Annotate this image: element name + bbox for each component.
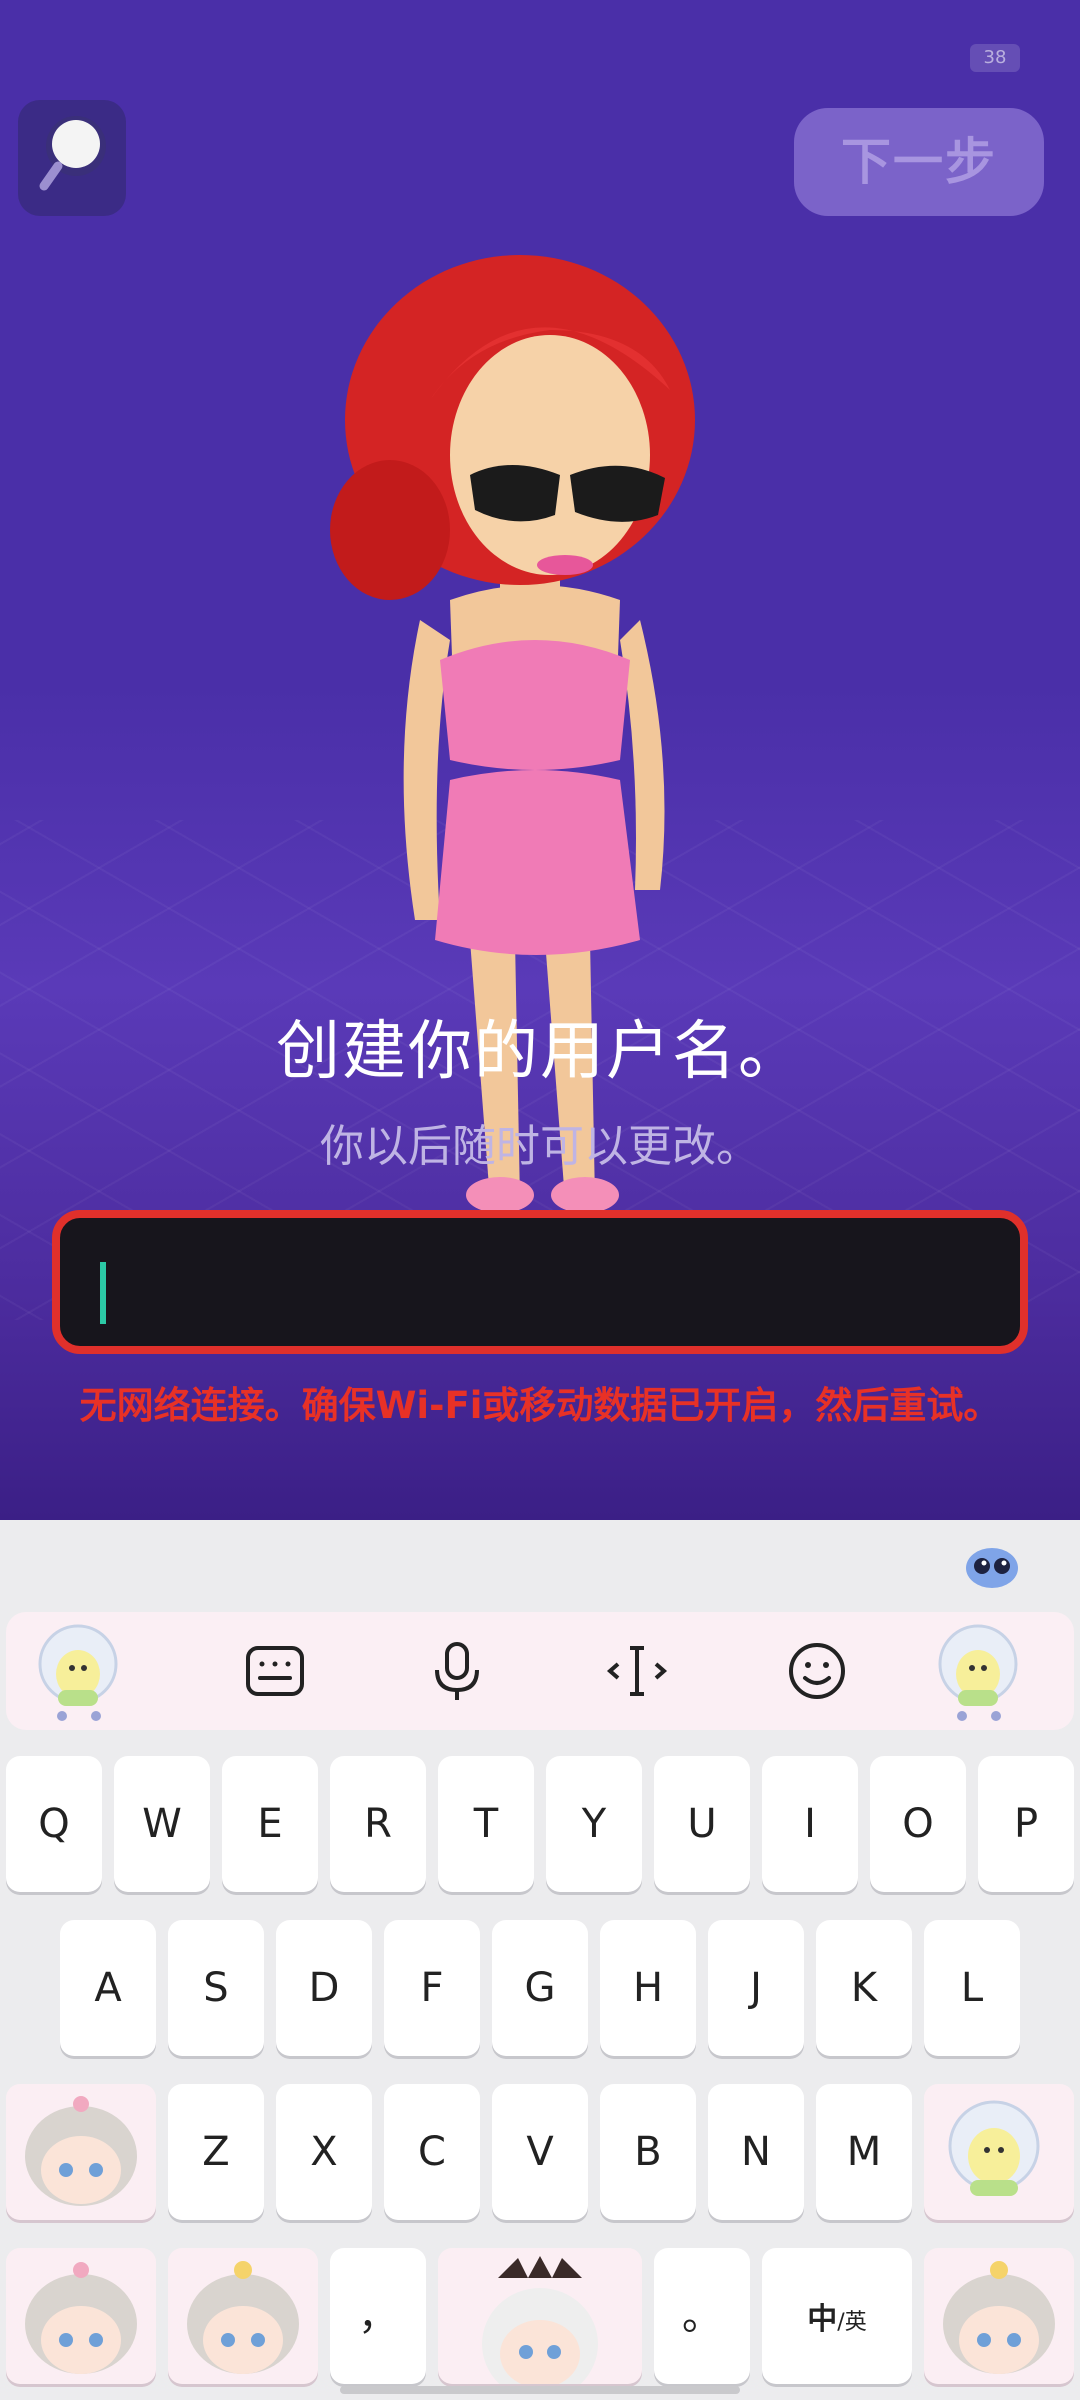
sticker-boy-icon — [25, 2262, 137, 2374]
sticker-boy-icon — [25, 2096, 137, 2206]
sticker-astronaut-icon[interactable] — [32, 1616, 132, 1726]
comma-key[interactable]: ， — [330, 2248, 426, 2384]
text-caret — [100, 1262, 106, 1324]
key-h[interactable]: H — [600, 1920, 696, 2056]
keyboard-icon[interactable] — [238, 1634, 312, 1708]
symbols-key[interactable] — [6, 2248, 156, 2384]
key-l[interactable]: L — [924, 1920, 1020, 2056]
next-button[interactable]: 下一步 — [794, 108, 1044, 216]
keyboard: Q W E R T Y U I O P A S D F G H J K L Z — [0, 1520, 1080, 2400]
numbers-key[interactable] — [168, 2248, 318, 2384]
lang-main-label: 中 — [807, 2302, 838, 2337]
key-c[interactable]: C — [384, 2084, 480, 2220]
error-message: 无网络连接。确保Wi-Fi或移动数据已开启，然后重试。 — [79, 1384, 1001, 1427]
key-o[interactable]: O — [870, 1756, 966, 1892]
key-f[interactable]: F — [384, 1920, 480, 2056]
key-g[interactable]: G — [492, 1920, 588, 2056]
key-q[interactable]: Q — [6, 1756, 102, 1892]
key-x[interactable]: X — [276, 2084, 372, 2220]
key-v[interactable]: V — [492, 2084, 588, 2220]
page-subtitle: 你以后随时可以更改。 — [320, 1121, 760, 1172]
key-u[interactable]: U — [654, 1756, 750, 1892]
key-w[interactable]: W — [114, 1756, 210, 1892]
shift-key[interactable] — [6, 2084, 156, 2220]
key-t[interactable]: T — [438, 1756, 534, 1892]
key-j[interactable]: J — [708, 1920, 804, 2056]
sticker-girl-icon — [482, 2256, 598, 2384]
sticker-boy-icon — [187, 2261, 299, 2374]
magnifier-icon — [39, 116, 106, 191]
key-e[interactable]: E — [222, 1756, 318, 1892]
key-p[interactable]: P — [978, 1756, 1074, 1892]
key-i[interactable]: I — [762, 1756, 858, 1892]
key-k[interactable]: K — [816, 1920, 912, 2056]
cursor-move-icon[interactable] — [600, 1634, 674, 1708]
username-input[interactable] — [52, 1210, 1028, 1354]
sticker-astronaut-icon[interactable] — [932, 1616, 1032, 1726]
lang-alt-label: /英 — [837, 2310, 867, 2335]
key-b[interactable]: B — [600, 2084, 696, 2220]
language-switch-key[interactable]: 中/英 — [762, 2248, 912, 2384]
battery-indicator: 38 — [970, 44, 1020, 72]
key-n[interactable]: N — [708, 2084, 804, 2220]
home-indicator[interactable] — [340, 2386, 740, 2394]
key-z[interactable]: Z — [168, 2084, 264, 2220]
space-key[interactable] — [438, 2248, 642, 2384]
sticker-astronaut-icon — [948, 2100, 1040, 2196]
keyboard-toolbar — [6, 1612, 1074, 1730]
microphone-icon[interactable] — [420, 1634, 494, 1708]
key-d[interactable]: D — [276, 1920, 372, 2056]
period-key[interactable]: 。 — [654, 2248, 750, 2384]
emoji-icon[interactable] — [780, 1634, 854, 1708]
key-a[interactable]: A — [60, 1920, 156, 2056]
zoom-button[interactable] — [18, 100, 126, 216]
key-m[interactable]: M — [816, 2084, 912, 2220]
app-screen: 38 下一步 创建你的用户名。 你以后随时可以更改。 无网络连接。确保Wi-Fi… — [0, 0, 1080, 1520]
key-s[interactable]: S — [168, 1920, 264, 2056]
key-r[interactable]: R — [330, 1756, 426, 1892]
mascot-icon[interactable] — [964, 1542, 1020, 1590]
key-y[interactable]: Y — [546, 1756, 642, 1892]
enter-key[interactable] — [924, 2248, 1074, 2384]
backspace-key[interactable] — [924, 2084, 1074, 2220]
page-title: 创建你的用户名。 — [276, 1015, 804, 1089]
sticker-boy-icon — [943, 2261, 1055, 2374]
